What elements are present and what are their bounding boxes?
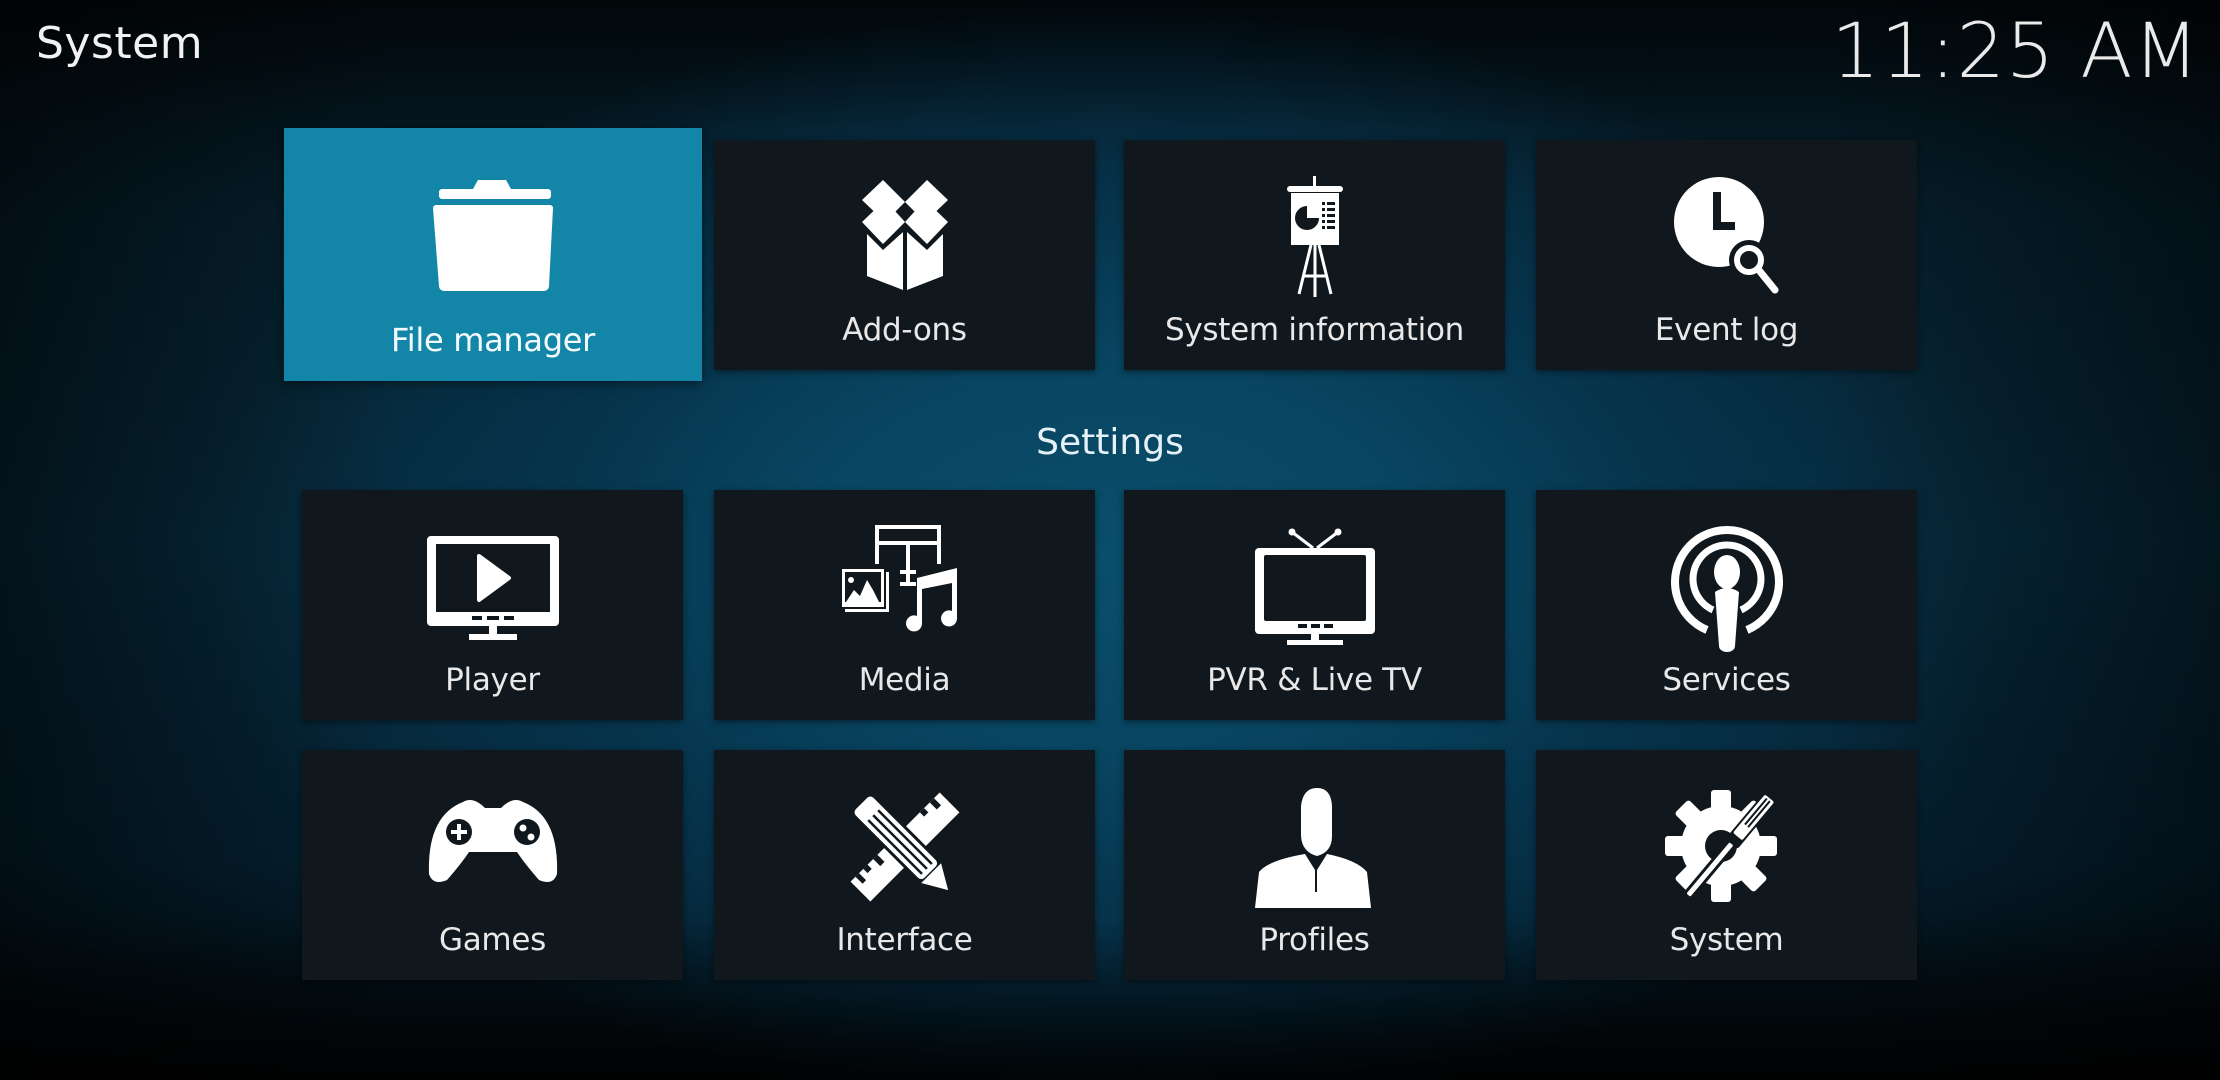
- folder-icon: [423, 168, 563, 298]
- tile-file-manager[interactable]: File manager: [284, 128, 702, 381]
- media-library-icon: [835, 522, 975, 652]
- tile-label: System: [1669, 922, 1784, 958]
- clock-search-icon: [1657, 172, 1797, 302]
- user-silhouette-icon: [1245, 782, 1385, 912]
- tile-label: Event log: [1654, 312, 1799, 348]
- presentation-easel-icon: [1245, 172, 1385, 302]
- open-box-icon: [835, 172, 975, 302]
- tile-label: System information: [1165, 312, 1464, 348]
- tile-interface[interactable]: Interface: [714, 750, 1095, 980]
- tile-games[interactable]: Games: [302, 750, 683, 980]
- tile-system[interactable]: System: [1536, 750, 1917, 980]
- tile-profiles[interactable]: Profiles: [1124, 750, 1505, 980]
- gamepad-icon: [423, 782, 563, 912]
- tv-antenna-icon: [1245, 522, 1385, 652]
- tile-pvr-live-tv[interactable]: PVR & Live TV: [1124, 490, 1505, 720]
- tile-label: Services: [1662, 662, 1791, 698]
- window-title: System: [36, 18, 204, 69]
- tile-services[interactable]: Services: [1536, 490, 1917, 720]
- tile-system-information[interactable]: System information: [1124, 140, 1505, 370]
- tile-player[interactable]: Player: [302, 490, 683, 720]
- broadcast-person-icon: [1657, 522, 1797, 652]
- tile-add-ons[interactable]: Add-ons: [714, 140, 1095, 370]
- gear-wrench-icon: [1657, 782, 1797, 912]
- settings-heading: Settings: [1036, 422, 1184, 463]
- tile-label: Games: [439, 922, 546, 958]
- monitor-play-icon: [423, 522, 563, 652]
- ruler-pencil-icon: [835, 782, 975, 912]
- tile-label: Interface: [836, 922, 973, 958]
- tile-label: Add-ons: [842, 312, 967, 348]
- tile-label: Media: [858, 662, 951, 698]
- clock: 11:25 AM: [1831, 6, 2200, 95]
- tile-label: Player: [445, 662, 540, 698]
- tile-event-log[interactable]: Event log: [1536, 140, 1917, 370]
- tile-label: Profiles: [1259, 922, 1370, 958]
- tile-label: File manager: [391, 321, 595, 359]
- tile-label: PVR & Live TV: [1207, 662, 1422, 698]
- tile-media[interactable]: Media: [714, 490, 1095, 720]
